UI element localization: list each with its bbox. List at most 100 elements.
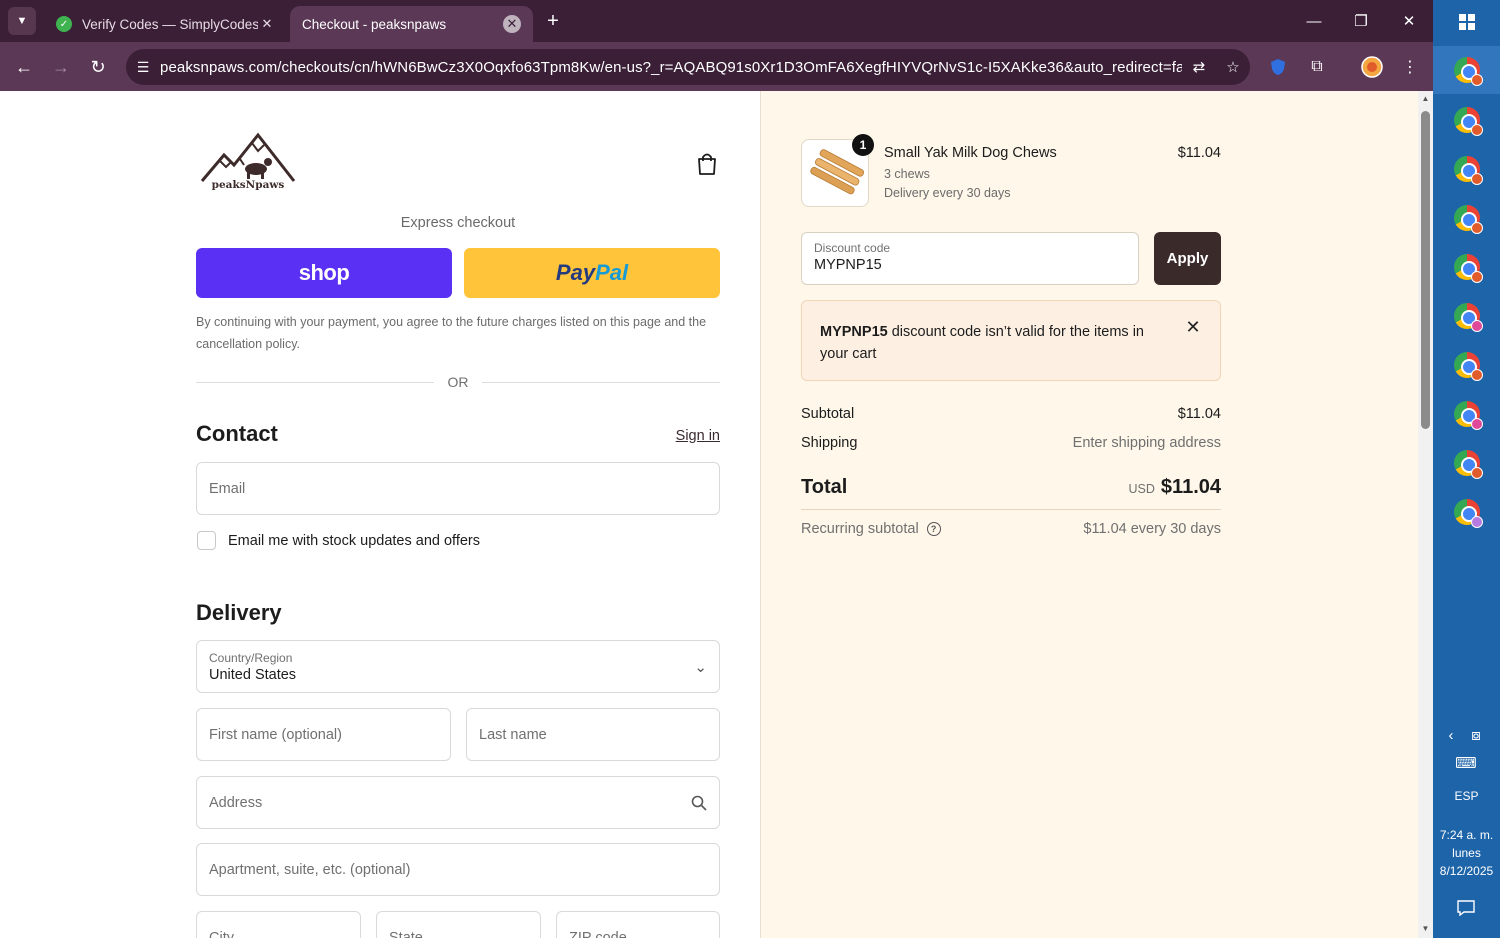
- translate-icon[interactable]: ⇄: [1182, 58, 1216, 76]
- taskbar-chrome-7[interactable]: [1433, 341, 1500, 389]
- taskbar-chrome-2[interactable]: [1433, 96, 1500, 144]
- first-name-field[interactable]: First name (optional): [196, 708, 451, 761]
- clock-date[interactable]: 8/12/2025: [1433, 862, 1500, 880]
- browser-menu-icon[interactable]: ⋮: [1398, 55, 1422, 79]
- product-name: Small Yak Milk Dog Chews: [884, 145, 1057, 161]
- order-summary-panel: [760, 91, 1418, 938]
- checkout-page: peaksNpaws Express checkout shop Pay Pal …: [0, 91, 1418, 938]
- help-icon[interactable]: ?: [926, 522, 941, 536]
- sign-in-link[interactable]: Sign in: [650, 428, 720, 444]
- meet-now-icon[interactable]: ⧇: [1466, 725, 1486, 745]
- newsletter-checkbox[interactable]: [197, 531, 216, 550]
- paypal-label-pay: Pay: [555, 260, 596, 285]
- email-placeholder: Email: [209, 480, 246, 497]
- newsletter-option[interactable]: Email me with stock updates and offers: [197, 531, 480, 550]
- discount-error-alert: MYPNP15 discount code isn’t valid for th…: [801, 300, 1221, 381]
- total-label: Total: [801, 476, 848, 498]
- bookmark-star-icon[interactable]: ☆: [1216, 58, 1250, 76]
- brand-name: peaksNpaws: [211, 179, 285, 191]
- chrome-icon: [1453, 450, 1483, 479]
- shop-pay-button[interactable]: shop: [196, 248, 452, 298]
- address-bar[interactable]: ☰ peaksnpaws.com/checkouts/cn/hWN6BwCz3X…: [126, 49, 1250, 85]
- taskbar-chrome-3[interactable]: [1433, 145, 1500, 193]
- last-name-placeholder: Last name: [479, 726, 547, 743]
- browser-tab-bar: ▼ ✓ Verify Codes — SimplyCodes ✕ Checkou…: [0, 0, 1433, 42]
- scroll-down-icon[interactable]: ▼: [1420, 924, 1431, 934]
- address-placeholder: Address: [209, 794, 263, 811]
- taskbar-chrome-8[interactable]: [1433, 390, 1500, 438]
- taskbar-chrome-6[interactable]: [1433, 292, 1500, 340]
- chrome-icon: [1453, 57, 1483, 86]
- policy-text: By continuing with your payment, you agr…: [196, 315, 707, 351]
- clock-time[interactable]: 7:24 a. m.: [1433, 826, 1500, 844]
- total-amount: $11.04: [1160, 476, 1221, 498]
- product-delivery: Delivery every 30 days: [884, 186, 1011, 200]
- back-icon[interactable]: ←: [11, 54, 37, 80]
- forward-icon[interactable]: →: [48, 54, 74, 80]
- extensions-puzzle-icon[interactable]: ⧉: [1305, 55, 1329, 79]
- minimize-icon[interactable]: —: [1300, 8, 1328, 34]
- subtotal-value: $11.04: [1177, 406, 1221, 422]
- chevron-down-icon: ⌄: [515, 930, 528, 938]
- quantity-badge: 1: [852, 134, 874, 156]
- close-icon[interactable]: ✕: [1183, 317, 1203, 337]
- city-field[interactable]: City: [196, 911, 361, 938]
- contact-title: Contact: [196, 421, 278, 446]
- shopping-bag-icon[interactable]: [694, 151, 720, 177]
- discount-label: Discount code: [814, 241, 891, 255]
- discount-code-field[interactable]: Discount code MYPNP15: [801, 232, 1139, 285]
- apartment-field[interactable]: Apartment, suite, etc. (optional): [196, 843, 720, 896]
- first-name-placeholder: First name (optional): [209, 726, 342, 743]
- profile-avatar[interactable]: [1360, 55, 1384, 79]
- clock-day[interactable]: lunes: [1433, 844, 1500, 862]
- site-info-icon[interactable]: ☰: [126, 59, 160, 76]
- chrome-icon: [1453, 156, 1483, 185]
- alert-code: MYPNP15: [820, 324, 888, 340]
- language-indicator[interactable]: ESP: [1433, 787, 1500, 805]
- email-field[interactable]: Email: [196, 462, 720, 515]
- zip-field[interactable]: ZIP code: [556, 911, 720, 938]
- country-select[interactable]: Country/Region United States ⌄: [196, 640, 720, 693]
- taskbar-chrome-5[interactable]: [1433, 243, 1500, 291]
- product-price: $11.04: [1177, 145, 1221, 161]
- window-close-icon[interactable]: ✕: [1395, 8, 1423, 34]
- state-select[interactable]: State ⌄: [376, 911, 541, 938]
- zip-placeholder: ZIP code: [569, 930, 627, 938]
- start-button[interactable]: [1433, 0, 1500, 44]
- last-name-field[interactable]: Last name: [466, 708, 720, 761]
- product-variant: 3 chews: [884, 167, 930, 181]
- notifications-icon[interactable]: [1454, 897, 1478, 919]
- scroll-up-icon[interactable]: ▲: [1420, 94, 1431, 104]
- url-text[interactable]: peaksnpaws.com/checkouts/cn/hWN6BwCz3X0O…: [160, 59, 1182, 76]
- restore-icon[interactable]: ❐: [1347, 8, 1375, 34]
- taskbar-chrome-4[interactable]: [1433, 194, 1500, 242]
- taskbar-chrome-1[interactable]: [1433, 46, 1500, 94]
- subtotal-label: Subtotal: [801, 406, 855, 422]
- close-tab-icon[interactable]: ✕: [258, 15, 276, 33]
- or-divider-right: [482, 382, 720, 383]
- chrome-icon: [1453, 254, 1483, 283]
- scroll-thumb[interactable]: [1421, 111, 1430, 429]
- page-scrollbar[interactable]: ▲ ▼: [1418, 91, 1433, 938]
- tab-verify-codes[interactable]: ✓ Verify Codes — SimplyCodes ✕: [44, 6, 288, 42]
- taskbar-chrome-9[interactable]: [1433, 439, 1500, 487]
- chrome-icon: [1453, 107, 1483, 136]
- tab-checkout[interactable]: Checkout - peaksnpaws ✕: [290, 6, 533, 42]
- state-placeholder: State: [389, 930, 423, 938]
- apply-button[interactable]: Apply: [1154, 232, 1221, 285]
- recurring-subtotal: Recurring subtotal ?: [801, 521, 941, 537]
- paypal-button[interactable]: Pay Pal: [464, 248, 720, 298]
- close-tab-icon[interactable]: ✕: [503, 15, 521, 33]
- chrome-icon: [1453, 352, 1483, 381]
- address-field[interactable]: Address: [196, 776, 720, 829]
- shipping-label: Shipping: [801, 435, 858, 451]
- discount-value[interactable]: MYPNP15: [814, 257, 1126, 273]
- tab-search-chevron-icon[interactable]: ▼: [8, 7, 36, 35]
- taskbar-chrome-10[interactable]: [1433, 488, 1500, 536]
- shield-extension-icon[interactable]: [1266, 55, 1290, 79]
- chevron-left-icon[interactable]: ‹: [1442, 725, 1460, 745]
- new-tab-icon[interactable]: +: [542, 10, 564, 32]
- keyboard-icon[interactable]: ⌨: [1452, 753, 1480, 773]
- browser-toolbar: ← → ↻ ☰ peaksnpaws.com/checkouts/cn/hWN6…: [0, 42, 1433, 91]
- reload-icon[interactable]: ↻: [85, 54, 111, 80]
